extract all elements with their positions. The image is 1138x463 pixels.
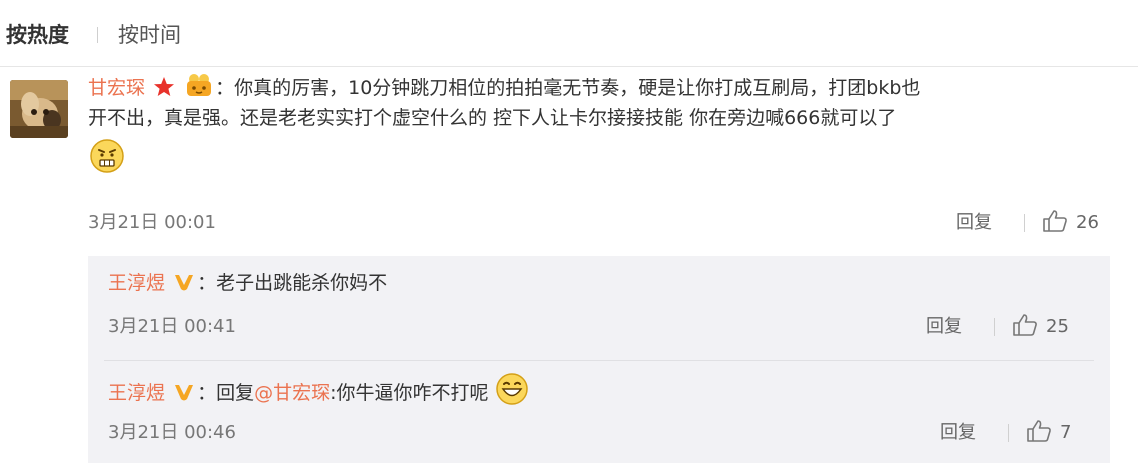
main-comment: 甘宏琛 ：你真的厉害，10分钟跳刀相位的拍拍毫无节奏，硬是让你打成互刷局，打团b… [88, 72, 1108, 233]
comment-line-2: 开不出，真是强。还是老老实实打个虚空什么的 控下人让卡尔接接技能 你在旁边喊66… [88, 107, 897, 129]
comment-line-1: ：你真的厉害，10分钟跳刀相位的拍拍毫无节奏，硬是让你打成互刷局，打团bkb也 [215, 77, 921, 99]
comment-like-count: 26 [1076, 212, 1099, 233]
meta-divider [994, 318, 995, 336]
sort-divider [97, 27, 98, 43]
reply-meta: 3月21日 00:46 回复 7 [108, 418, 1098, 448]
meta-divider [1024, 214, 1025, 232]
reply-item: 王淳煜 ：回复@甘宏琛:你牛逼你咋不打呢 3月21日 00:46 回复 7 [108, 372, 1098, 443]
comment-meta: 3月21日 00:01 回复 26 [88, 208, 1108, 238]
comment-reply-button[interactable]: 回复 [956, 208, 992, 238]
reply-item: 王淳煜 ：老子出跳能杀你妈不 3月21日 00:41 回复 25 [108, 268, 1098, 337]
reply-list: 王淳煜 ：老子出跳能杀你妈不 3月21日 00:41 回复 25 王淳煜 ：回复… [88, 256, 1110, 463]
comment-text: 甘宏琛 ：你真的厉害，10分钟跳刀相位的拍拍毫无节奏，硬是让你打成互刷局，打团b… [88, 72, 1108, 177]
reply-username[interactable]: 王淳煜 [108, 382, 165, 404]
star-icon[interactable] [153, 76, 175, 98]
thumbs-up-icon [1013, 314, 1037, 336]
reply-timestamp: 3月21日 00:46 [108, 422, 236, 443]
membership-badge-icon[interactable] [185, 72, 213, 98]
reply-like-button[interactable]: 7 [1026, 418, 1071, 448]
thumbs-up-icon [1027, 420, 1051, 442]
comment-timestamp: 3月21日 00:01 [88, 212, 216, 233]
reply-content: ：老子出跳能杀你妈不 [197, 272, 388, 294]
avatar-image [10, 80, 68, 138]
verified-v-icon[interactable] [173, 271, 195, 293]
awkward-face-emoji [90, 139, 124, 173]
grin-emoji [495, 373, 528, 405]
reply-text: 王淳煜 ：老子出跳能杀你妈不 [108, 268, 1098, 298]
reply-like-count: 7 [1060, 422, 1072, 443]
reply-prefix: ：回复 [197, 382, 255, 404]
sort-by-time-tab[interactable]: 按时间 [118, 20, 181, 50]
reply-username[interactable]: 王淳煜 [108, 272, 165, 294]
comment-like-button[interactable]: 26 [1042, 208, 1099, 238]
reply-text: 王淳煜 ：回复@甘宏琛:你牛逼你咋不打呢 [108, 372, 1098, 408]
reply-timestamp: 3月21日 00:41 [108, 316, 236, 337]
mention-link[interactable]: @甘宏琛 [254, 382, 330, 404]
sort-by-hot-tab[interactable]: 按热度 [6, 20, 69, 50]
reply-like-button[interactable]: 25 [1012, 312, 1069, 342]
meta-divider [1008, 424, 1009, 442]
thumbs-up-icon [1043, 210, 1067, 232]
reply-like-count: 25 [1046, 316, 1069, 337]
reply-reply-button[interactable]: 回复 [926, 312, 962, 342]
reply-content: :你牛逼你咋不打呢 [330, 382, 489, 404]
verified-v-icon[interactable] [173, 381, 195, 403]
reply-reply-button[interactable]: 回复 [940, 418, 976, 448]
comment-username[interactable]: 甘宏琛 [88, 77, 145, 99]
reply-meta: 3月21日 00:41 回复 25 [108, 312, 1098, 342]
reply-divider [104, 360, 1094, 361]
avatar[interactable] [10, 80, 68, 138]
sort-bar: 按热度 按时间 [0, 0, 1138, 67]
